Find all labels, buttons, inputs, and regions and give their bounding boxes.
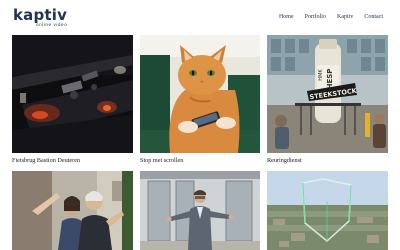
bottle-label-text: HESP <box>326 69 334 90</box>
nav-kaptiv[interactable]: Kaptiv <box>337 14 353 21</box>
portfolio-item-reuringdienst[interactable]: HESP HMK STEEKSTOCK <box>267 35 388 153</box>
portfolio-item-fietsbrug[interactable] <box>12 35 133 153</box>
main-nav: Home Portfolio Kaptiv Contact <box>279 14 383 21</box>
nav-portfolio[interactable]: Portfolio <box>305 14 326 21</box>
portfolio-title-stop-met-scrollen[interactable]: Stop met scrollen <box>140 157 183 165</box>
kaptiv-logo[interactable]: kaptiv online video <box>13 6 68 28</box>
night-bridge-thumbnail <box>12 35 133 153</box>
portfolio-item-6[interactable] <box>267 171 388 250</box>
site-header: kaptiv online video Home Portfolio Kapti… <box>0 0 400 32</box>
bottle-label-text-2: HMK <box>318 69 324 81</box>
portfolio-item-stop-met-scrollen[interactable] <box>140 35 260 153</box>
bottle-sign-thumbnail: HESP HMK STEEKSTOCK <box>267 35 388 153</box>
nav-home[interactable]: Home <box>279 14 294 21</box>
portfolio-title-reuringdienst[interactable]: Reuringdienst <box>267 157 302 165</box>
portfolio-item-4[interactable] <box>12 171 133 250</box>
couple-street-thumbnail <box>12 171 133 250</box>
aerial-city-thumbnail <box>267 171 388 250</box>
cat-with-phone-thumbnail <box>140 35 260 153</box>
nav-contact[interactable]: Contact <box>364 14 383 21</box>
man-presenting-thumbnail <box>140 171 260 250</box>
portfolio-item-5[interactable] <box>140 171 260 250</box>
logo-tagline: online video <box>36 22 68 27</box>
logo-wordmark: kaptiv <box>13 6 68 24</box>
portfolio-title-fietsbrug[interactable]: Fietsbrug Bastion Deuteren <box>12 157 80 165</box>
